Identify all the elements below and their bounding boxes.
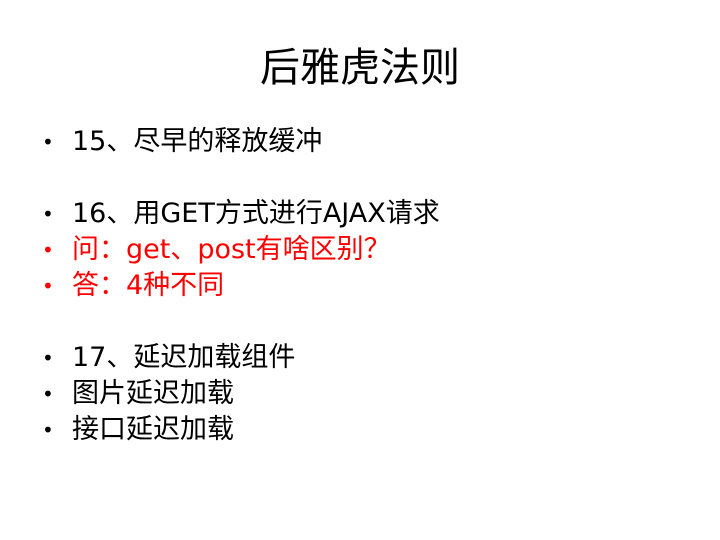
- bullet-text: 答：4种不同: [72, 270, 225, 301]
- bullet-icon: •: [42, 346, 54, 370]
- slide: 后雅虎法则 • 15、尽早的释放缓冲 • 16、用GET方式进行AJAX请求 •…: [0, 0, 720, 540]
- bullet-text: 接口延迟加载: [72, 414, 234, 445]
- bullet-icon: •: [42, 418, 54, 442]
- bullet-text: 15、尽早的释放缓冲: [72, 126, 323, 157]
- bullet-text: 16、用GET方式进行AJAX请求: [72, 198, 440, 229]
- slide-title: 后雅虎法则: [260, 45, 460, 91]
- bullet-icon: •: [42, 130, 54, 154]
- bullet-text: 图片延迟加载: [72, 378, 234, 409]
- bullet-text: 17、延迟加载组件: [72, 342, 296, 373]
- bullet-icon: •: [42, 382, 54, 406]
- bullet-icon: •: [42, 202, 54, 226]
- bullet-icon: •: [42, 274, 54, 298]
- bullet-text: 问：get、post有啥区别？: [72, 234, 391, 265]
- bullet-icon: •: [42, 238, 54, 262]
